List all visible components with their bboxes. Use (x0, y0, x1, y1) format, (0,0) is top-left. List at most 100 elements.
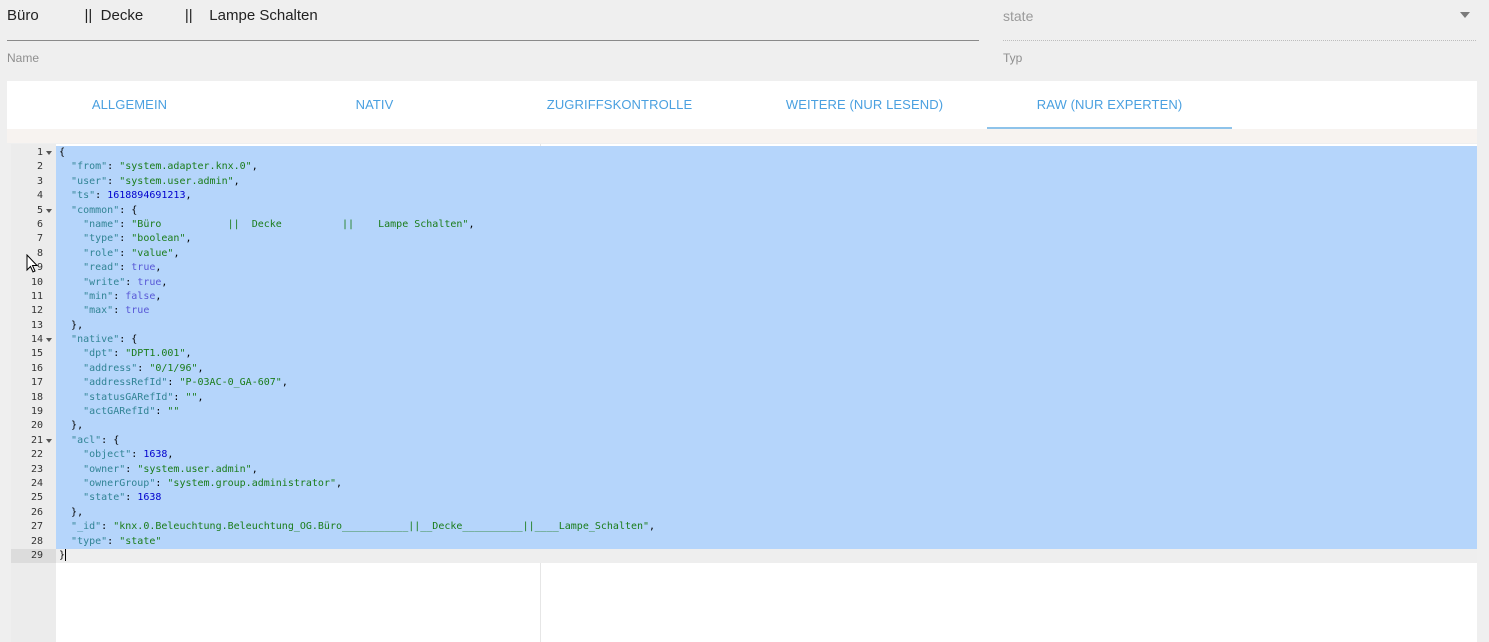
object-name-field[interactable]: Büro || Decke || Lampe Schalten (7, 0, 979, 41)
line-number: 29 (11, 548, 56, 564)
code-text[interactable]: "state": 1638 (56, 491, 1477, 506)
code-text[interactable]: "dpt": "DPT1.001", (56, 347, 1477, 362)
code-text[interactable]: { (56, 146, 1477, 161)
tab-weitere[interactable]: WEITERE (NUR LESEND) (742, 81, 987, 129)
line-number: 24 (30, 477, 43, 489)
line-number: 7 (36, 233, 43, 245)
line-number: 1 (36, 147, 43, 158)
code-line[interactable]: 18 "statusGARefId": "", (11, 390, 1477, 406)
code-text[interactable]: "acl": { (56, 433, 1477, 449)
line-number: 3 (36, 175, 43, 187)
code-line[interactable]: 27 "_id": "knx.0.Beleuchtung.Beleuchtung… (11, 520, 1477, 535)
line-number: 19 (30, 406, 43, 418)
code-line[interactable]: 16 "address": "0/1/96", (11, 361, 1477, 377)
line-number: 28 (30, 535, 43, 547)
object-name-input[interactable]: Büro || Decke || Lampe Schalten (7, 7, 318, 24)
code-line[interactable]: 26 }, (11, 505, 1477, 521)
code-line[interactable]: 13 }, (11, 318, 1477, 334)
code-line[interactable]: 6 "name": "Büro || Decke || Lampe Schalt… (11, 217, 1477, 233)
code-line[interactable]: 22 "object": 1638, (11, 448, 1477, 463)
fold-toggle-icon[interactable] (46, 338, 52, 343)
line-number: 12 (30, 305, 43, 317)
code-text[interactable]: "object": 1638, (56, 448, 1477, 463)
code-line[interactable]: 1{ (11, 146, 1477, 161)
fold-toggle-icon[interactable] (46, 438, 52, 443)
code-line[interactable]: 20 }, (11, 419, 1477, 434)
fold-toggle-icon[interactable] (46, 208, 52, 213)
code-text[interactable]: }, (56, 419, 1477, 434)
code-text[interactable]: "user": "system.user.admin", (56, 174, 1477, 190)
line-number: 6 (36, 218, 43, 230)
line-number: 16 (30, 362, 43, 374)
chevron-down-icon[interactable] (1460, 12, 1470, 18)
code-text[interactable]: "address": "0/1/96", (56, 361, 1477, 377)
code-lines[interactable]: 1{2 "from": "system.adapter.knx.0", 3 "us… (11, 146, 1477, 564)
code-line[interactable]: 4 "ts": 1618894691213, (11, 189, 1477, 204)
code-line[interactable]: 12 "max": true (11, 304, 1477, 319)
tab-allgemein[interactable]: ALLGEMEIN (7, 81, 252, 129)
code-text[interactable]: "max": true (56, 304, 1477, 319)
code-text[interactable]: "statusGARefId": "", (56, 390, 1477, 406)
code-line[interactable]: 2 "from": "system.adapter.knx.0", (11, 160, 1477, 175)
code-line[interactable]: 25 "state": 1638 (11, 491, 1477, 506)
code-line[interactable]: 23 "owner": "system.user.admin", (11, 462, 1477, 477)
code-text[interactable]: } (56, 548, 1477, 564)
code-text[interactable]: }, (56, 318, 1477, 334)
line-number: 27 (30, 521, 43, 533)
code-line[interactable]: 3 "user": "system.user.admin", (11, 174, 1477, 190)
line-number: 15 (30, 348, 43, 360)
code-line[interactable]: 24 "ownerGroup": "system.group.administr… (11, 476, 1477, 492)
line-number: 18 (30, 391, 43, 403)
code-line[interactable]: 10 "write": true, (11, 275, 1477, 290)
tab-nativ[interactable]: NATIV (252, 81, 497, 129)
line-number: 22 (30, 449, 43, 461)
line-number: 10 (30, 276, 43, 288)
code-text[interactable]: "addressRefId": "P-03AC-0_GA-607", (56, 376, 1477, 391)
tab-bar: ALLGEMEIN NATIV ZUGRIFFSKONTROLLE WEITER… (7, 81, 1477, 129)
code-line[interactable]: 14 "native": { (11, 333, 1477, 348)
json-editor[interactable]: 1{2 "from": "system.adapter.knx.0", 3 "us… (11, 144, 1477, 642)
code-line[interactable]: 28 "type": "state" (11, 534, 1477, 549)
code-line[interactable]: 15 "dpt": "DPT1.001", (11, 347, 1477, 362)
code-line[interactable]: 11 "min": false, (11, 289, 1477, 305)
code-text[interactable]: "ownerGroup": "system.group.administrato… (56, 476, 1477, 492)
code-line[interactable]: 5 "common": { (11, 203, 1477, 218)
line-number: 23 (30, 463, 43, 475)
code-text[interactable]: "ts": 1618894691213, (56, 189, 1477, 204)
code-text[interactable]: "role": "value", (56, 246, 1477, 262)
code-text[interactable]: "native": { (56, 333, 1477, 348)
name-label: Name (7, 51, 40, 65)
code-text[interactable]: "read": true, (56, 261, 1477, 276)
code-text[interactable]: }, (56, 505, 1477, 521)
code-text[interactable]: "common": { (56, 203, 1477, 218)
code-line[interactable]: 9 "read": true, (11, 261, 1477, 276)
line-number: 2 (36, 161, 43, 173)
code-line[interactable]: 19 "actGARefId": "" (11, 405, 1477, 420)
code-text[interactable]: "write": true, (56, 275, 1477, 290)
tab-content-strip (7, 129, 1477, 143)
line-number: 14 (30, 334, 43, 346)
code-text[interactable]: "type": "boolean", (56, 232, 1477, 247)
tab-raw[interactable]: RAW (NUR EXPERTEN) (987, 81, 1232, 129)
tab-zugriffskontrolle[interactable]: ZUGRIFFSKONTROLLE (497, 81, 742, 129)
code-line[interactable]: 17 "addressRefId": "P-03AC-0_GA-607", (11, 376, 1477, 391)
text-cursor (65, 548, 67, 561)
mouse-pointer-icon (26, 254, 39, 273)
code-text[interactable]: "owner": "system.user.admin", (56, 462, 1477, 477)
line-number: 4 (36, 190, 43, 202)
code-text[interactable]: "from": "system.adapter.knx.0", (56, 160, 1477, 175)
code-text[interactable]: "min": false, (56, 289, 1477, 305)
code-text[interactable]: "type": "state" (56, 534, 1477, 549)
code-line[interactable]: 7 "type": "boolean", (11, 232, 1477, 247)
type-select[interactable]: state (1003, 0, 1476, 41)
line-number: 11 (30, 290, 43, 302)
code-text[interactable]: "actGARefId": "" (56, 405, 1477, 420)
line-number: 21 (30, 434, 43, 446)
code-text[interactable]: "_id": "knx.0.Beleuchtung.Beleuchtung_OG… (56, 520, 1477, 535)
code-line[interactable]: 21 "acl": { (11, 433, 1477, 449)
code-text[interactable]: "name": "Büro || Decke || Lampe Schalten… (56, 217, 1477, 233)
code-line[interactable]: 8 "role": "value", (11, 246, 1477, 262)
line-number: 13 (30, 319, 43, 331)
fold-toggle-icon[interactable] (46, 151, 52, 155)
code-line[interactable]: 29} (11, 548, 1477, 564)
